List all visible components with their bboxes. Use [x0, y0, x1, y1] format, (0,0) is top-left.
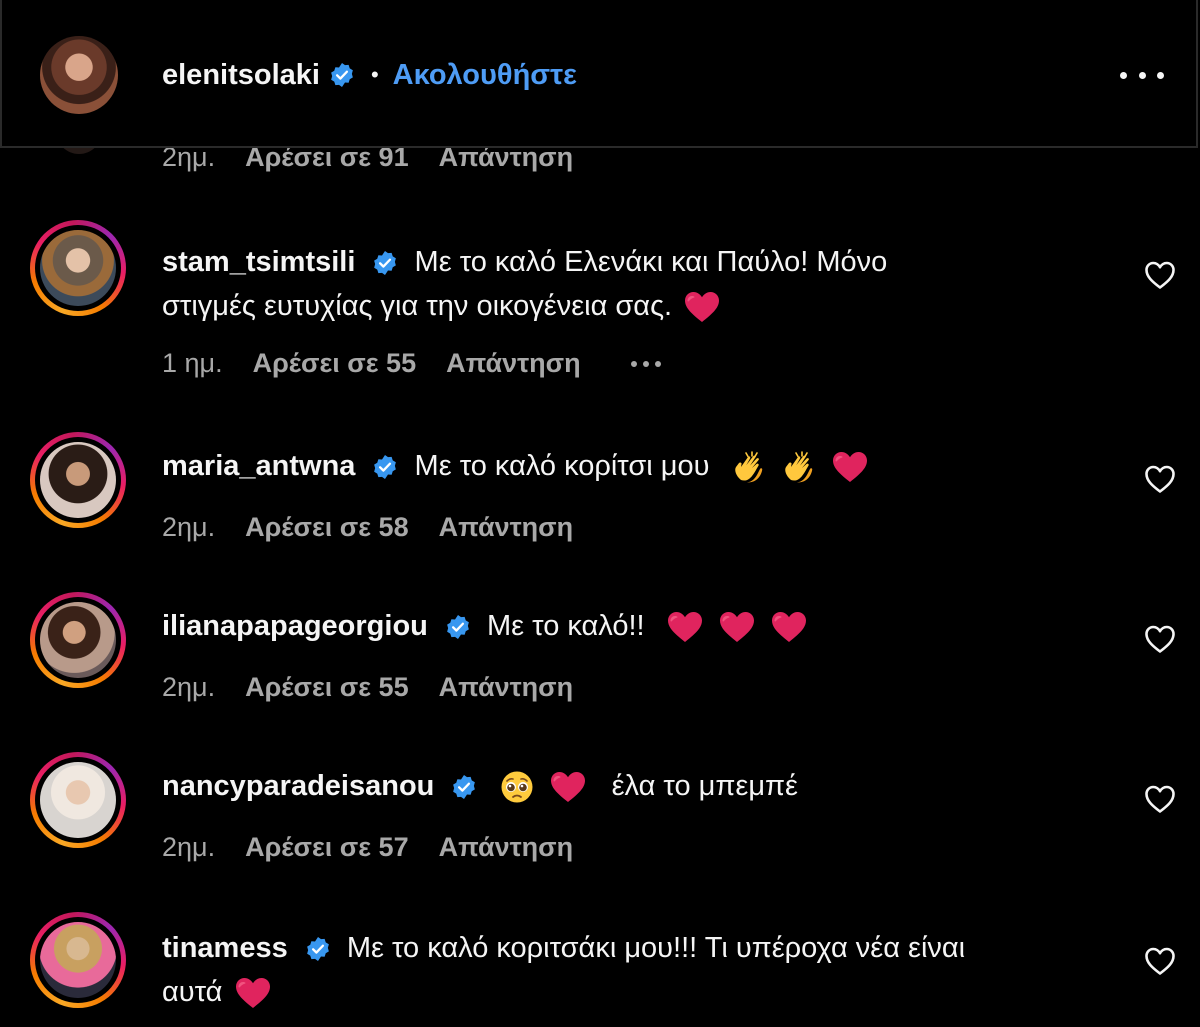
- verified-badge-icon: [372, 250, 398, 276]
- comment-body: έλα το μπεμπέ: [611, 770, 798, 802]
- comment-time: 2ημ.: [162, 832, 216, 862]
- header-name-row: elenitsolaki • Ακολουθήστε: [162, 52, 577, 98]
- red-heart-icon: [235, 977, 271, 1009]
- heart-outline-icon[interactable]: [1144, 260, 1176, 290]
- red-heart-icon: [719, 611, 755, 643]
- comment-options-icon[interactable]: [630, 360, 661, 367]
- comment-likes[interactable]: Αρέσει σε 58: [245, 512, 409, 543]
- heart-outline-icon[interactable]: [1144, 624, 1176, 654]
- comment-text: tinamess Με το καλό κοριτσάκι μου!!! Τι …: [162, 926, 1062, 1014]
- profile-avatar[interactable]: [40, 36, 118, 114]
- comment-meta: 2ημ. Αρέσει σε 55 Απάντηση: [162, 672, 573, 703]
- comment-body: Με το καλό κοριτσάκι μου!!! Τι υπέροχα ν…: [346, 932, 966, 964]
- comment-body-line2: αυτά: [162, 976, 223, 1008]
- comment-time: 2ημ.: [162, 512, 216, 542]
- comment-text: nancyparadeisanou έλα το μπεμπέ: [162, 764, 1062, 808]
- comment-text: ilianapapageorgiou Με το καλό!!: [162, 604, 1062, 648]
- comment-body: Με το καλό κορίτσι μου: [414, 450, 710, 482]
- comment-time: 2ημ.: [162, 672, 216, 702]
- reply-button[interactable]: Απάντηση: [439, 672, 574, 703]
- avatar[interactable]: [30, 432, 126, 528]
- reply-button[interactable]: Απάντηση: [439, 512, 574, 543]
- comment-body: Με το καλό!!: [487, 610, 645, 642]
- verified-badge-icon: [305, 936, 331, 962]
- red-heart-icon: [550, 771, 586, 803]
- comment-meta: 2ημ. Αρέσει σε 57 Απάντηση: [162, 832, 573, 863]
- red-heart-icon: [771, 611, 807, 643]
- red-heart-icon: [667, 611, 703, 643]
- avatar[interactable]: [30, 220, 126, 316]
- reply-button[interactable]: Απάντηση: [439, 832, 574, 863]
- red-heart-icon: [684, 291, 720, 323]
- comment-body: Με το καλό Ελενάκι και Παύλο! Μόνο: [414, 246, 888, 278]
- clapping-hands-icon: [732, 450, 766, 484]
- comment-body-line2: στιγμές ευτυχίας για την οικογένεια σας.: [162, 290, 673, 322]
- heart-outline-icon[interactable]: [1144, 946, 1176, 976]
- heart-outline-icon[interactable]: [1144, 784, 1176, 814]
- comment-likes[interactable]: Αρέσει σε 55: [245, 672, 409, 703]
- comment-meta: 2ημ. Αρέσει σε 58 Απάντηση: [162, 512, 573, 543]
- avatar[interactable]: [30, 752, 126, 848]
- clapping-hands-icon: [782, 450, 816, 484]
- comment-username[interactable]: maria_antwna: [162, 450, 355, 482]
- follow-button[interactable]: Ακολουθήστε: [393, 59, 577, 92]
- comment-username[interactable]: ilianapapageorgiou: [162, 610, 428, 642]
- pleading-face-icon: [500, 770, 534, 804]
- comment-text: stam_tsimtsili Με το καλό Ελενάκι και Πα…: [162, 240, 1062, 328]
- comment-meta: 1 ημ. Αρέσει σε 55 Απάντηση: [162, 348, 661, 379]
- heart-outline-icon[interactable]: [1144, 464, 1176, 494]
- header-separator: •: [370, 62, 379, 87]
- verified-badge-icon: [372, 454, 398, 480]
- verified-badge-icon: [445, 614, 471, 640]
- red-heart-icon: [832, 451, 868, 483]
- reply-button[interactable]: Απάντηση: [446, 348, 581, 379]
- avatar[interactable]: [30, 912, 126, 1008]
- comment-username[interactable]: nancyparadeisanou: [162, 770, 434, 802]
- more-options-icon[interactable]: [1120, 60, 1164, 90]
- verified-badge-icon: [329, 62, 355, 88]
- comment-likes[interactable]: Αρέσει σε 55: [253, 348, 417, 379]
- comment-text: maria_antwna Με το καλό κορίτσι μου: [162, 444, 1062, 488]
- post-header: elenitsolaki • Ακολουθήστε: [0, 0, 1198, 148]
- comment-time: 1 ημ.: [162, 348, 223, 378]
- comment-username[interactable]: stam_tsimtsili: [162, 246, 355, 278]
- header-username[interactable]: elenitsolaki: [162, 59, 320, 92]
- verified-badge-icon: [451, 774, 477, 800]
- avatar[interactable]: [30, 592, 126, 688]
- comment-likes[interactable]: Αρέσει σε 57: [245, 832, 409, 863]
- comment-username[interactable]: tinamess: [162, 932, 288, 964]
